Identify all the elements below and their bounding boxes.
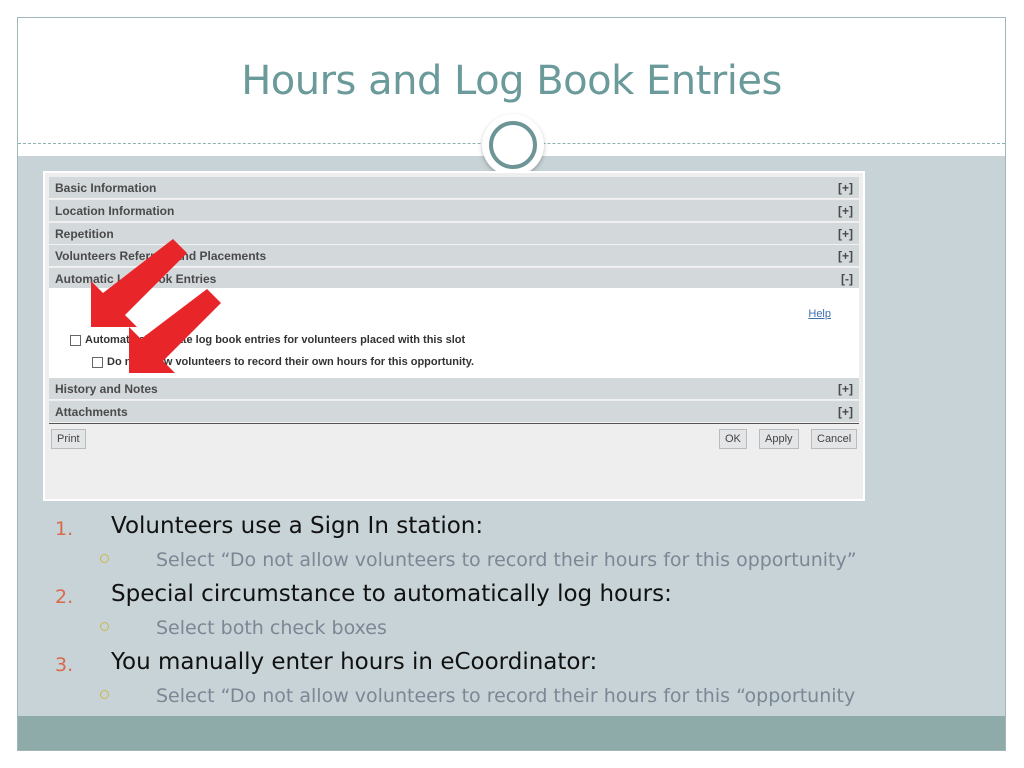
sub-item: Select both check boxes	[156, 617, 387, 639]
annotation-arrows	[91, 239, 221, 373]
sub-bullet-icon	[100, 622, 109, 631]
list-number: 2.	[55, 586, 74, 608]
list-number: 1.	[55, 518, 74, 540]
red-arrow-icon	[91, 239, 187, 327]
circle-ornament-icon	[482, 114, 544, 176]
sub-item: Select “Do not allow volunteers to recor…	[156, 549, 857, 571]
slide-title: Hours and Log Book Entries	[241, 58, 782, 104]
red-arrow-icon	[129, 289, 221, 373]
slide: Hours and Log Book Entries Basic Informa…	[17, 17, 1006, 751]
list-item: You manually enter hours in eCoordinator…	[111, 649, 598, 675]
footer-band	[18, 716, 1005, 750]
sub-bullet-icon	[100, 690, 109, 699]
sub-bullet-icon	[100, 554, 109, 563]
list-item: Volunteers use a Sign In station:	[111, 513, 484, 539]
list-number: 3.	[55, 654, 74, 676]
sub-item: Select “Do not allow volunteers to recor…	[156, 685, 856, 707]
form-screenshot: Basic Information [+] Location Informati…	[43, 171, 865, 501]
list-item: Special circumstance to automatically lo…	[111, 581, 672, 607]
